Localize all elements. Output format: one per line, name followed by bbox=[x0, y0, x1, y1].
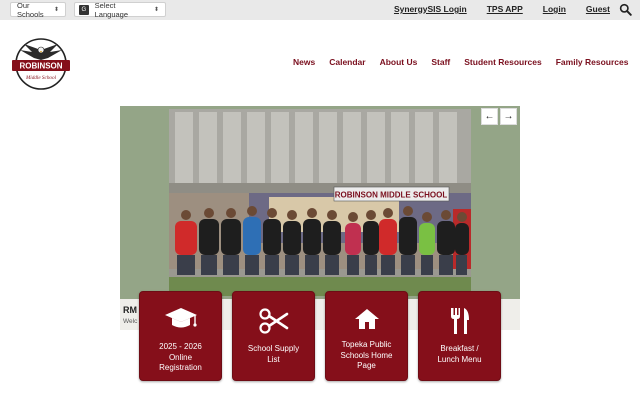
nav-news[interactable]: News bbox=[293, 57, 315, 67]
school-logo[interactable]: ROBINSON Middle School bbox=[10, 36, 72, 90]
lunch-menu-label-line1: Breakfast / bbox=[440, 344, 479, 353]
lunch-menu-label-line2: Lunch Menu bbox=[437, 354, 482, 364]
banner-text: ROBINSON MIDDLE SCHOOL bbox=[335, 191, 448, 200]
our-schools-select[interactable]: Our Schools ⬍ bbox=[10, 0, 66, 19]
registration-label-line3: Registration bbox=[159, 363, 202, 372]
main-nav: News Calendar About Us Staff Student Res… bbox=[293, 57, 640, 67]
school-supply-label-line1: School Supply bbox=[247, 344, 300, 353]
slide-caption-text: Welc bbox=[123, 318, 138, 325]
lunch-menu-tile[interactable]: Breakfast / Lunch Menu bbox=[418, 291, 501, 381]
utensils-icon bbox=[450, 308, 469, 334]
logo-school-name: ROBINSON bbox=[19, 62, 62, 71]
nav-student-resources[interactable]: Student Resources bbox=[464, 57, 541, 67]
select-arrows-icon: ⬍ bbox=[53, 7, 59, 13]
tps-home-label-line2: Schools Home bbox=[340, 350, 393, 360]
top-utility-bar: Our Schools ⬍ G Select Language ⬍ Synerg… bbox=[0, 0, 640, 20]
tps-app-link[interactable]: TPS APP bbox=[487, 4, 523, 14]
arrow-left-icon: ← bbox=[484, 111, 495, 122]
login-link[interactable]: Login bbox=[543, 4, 566, 14]
staff-photo-illustration: ROBINSON MIDDLE SCHOOL bbox=[169, 109, 471, 296]
synergy-login-link[interactable]: SynergySIS Login bbox=[394, 4, 467, 14]
guest-link[interactable]: Guest bbox=[586, 4, 610, 14]
slide-caption-title: RM bbox=[123, 305, 137, 315]
nav-calendar[interactable]: Calendar bbox=[329, 57, 365, 67]
school-supply-label-line2: List bbox=[267, 354, 280, 364]
arrow-right-icon: → bbox=[503, 111, 514, 122]
tps-home-label-line3: Page bbox=[357, 361, 376, 370]
google-translate-icon: G bbox=[79, 4, 89, 15]
tps-home-tile[interactable]: Topeka Public Schools Home Page bbox=[325, 291, 408, 381]
language-select-label: Select Language bbox=[94, 0, 129, 19]
nav-staff[interactable]: Staff bbox=[431, 57, 450, 67]
tps-home-label-line1: Topeka Public bbox=[341, 340, 392, 349]
nav-about-us[interactable]: About Us bbox=[380, 57, 418, 67]
nav-family-resources[interactable]: Family Resources bbox=[556, 57, 629, 67]
logo-subtitle: Middle School bbox=[25, 75, 57, 81]
staff-group-photo: ROBINSON MIDDLE SCHOOL bbox=[169, 109, 471, 296]
select-arrows-icon: ⬍ bbox=[153, 7, 159, 13]
search-icon[interactable] bbox=[619, 3, 632, 16]
language-select[interactable]: G Select Language ⬍ bbox=[74, 0, 166, 19]
registration-tile[interactable]: 2025 - 2026 Online Registration bbox=[139, 291, 222, 381]
graduation-cap-icon bbox=[164, 308, 197, 328]
home-icon bbox=[354, 309, 379, 329]
top-links: SynergySIS Login TPS APP Login Guest bbox=[374, 4, 610, 14]
slider-prev-button[interactable]: ← bbox=[481, 108, 498, 125]
school-supply-tile[interactable]: School Supply List bbox=[232, 291, 315, 381]
registration-label-line1: 2025 - 2026 bbox=[159, 342, 202, 351]
our-schools-label: Our Schools bbox=[17, 0, 44, 19]
scissors-icon bbox=[258, 308, 288, 334]
registration-label-line2: Online bbox=[168, 352, 193, 362]
slider-next-button[interactable]: → bbox=[500, 108, 517, 125]
